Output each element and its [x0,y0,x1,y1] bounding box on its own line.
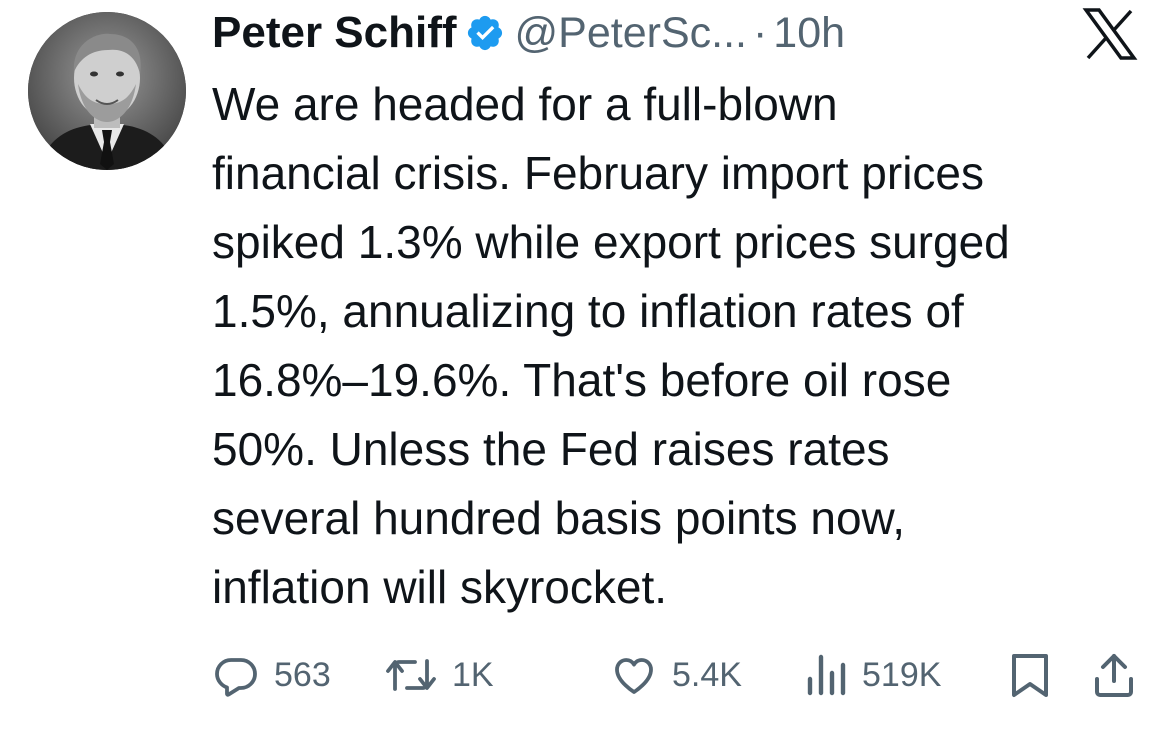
like-count: 5.4K [672,655,742,694]
views-button[interactable]: 519K [806,645,941,705]
reply-count: 563 [274,655,331,694]
tweet-text-line: spiked 1.3% while export prices surged [212,216,1010,268]
x-logo-icon [1082,8,1138,60]
tweet-text-line: We are headed for a full-blown [212,78,838,130]
like-icon [610,651,658,699]
tweet-text: We are headed for a full-blown financial… [212,70,1152,622]
repost-button[interactable]: 1K [384,645,494,705]
reply-icon [212,651,260,699]
tweet-text-line: 16.8%–19.6%. That's before oil rose [212,354,952,406]
repost-count: 1K [452,655,494,694]
repost-icon [384,651,438,699]
tweet-text-line: financial crisis. February import prices [212,147,985,199]
like-button[interactable]: 5.4K [610,645,742,705]
tweet: Peter Schiff @PeterSc... · 10h We are he… [0,0,1170,731]
views-icon [806,651,848,699]
share-button[interactable] [1092,645,1136,705]
action-bar: 563 1K 5.4K 519K [212,645,1152,705]
avatar-image [28,12,186,170]
tweet-text-line: several hundred basis points now, [212,492,905,544]
reply-button[interactable]: 563 [212,645,331,705]
separator-dot: · [752,8,768,57]
avatar[interactable] [28,12,186,170]
share-icon [1092,651,1136,699]
tweet-text-line: inflation will skyrocket. [212,561,668,613]
timestamp[interactable]: 10h [773,9,845,58]
views-count: 519K [862,655,942,694]
tweet-text-line: 1.5%, annualizing to inflation rates of [212,285,964,337]
author-handle[interactable]: @PeterSc... [515,9,747,58]
verified-badge-icon [465,13,505,53]
author-name[interactable]: Peter Schiff [212,8,457,58]
tweet-text-line: 50%. Unless the Fed raises rates [212,423,890,475]
bookmark-button[interactable] [1008,645,1052,705]
tweet-header: Peter Schiff @PeterSc... · 10h [212,2,845,64]
bookmark-icon [1008,651,1052,699]
